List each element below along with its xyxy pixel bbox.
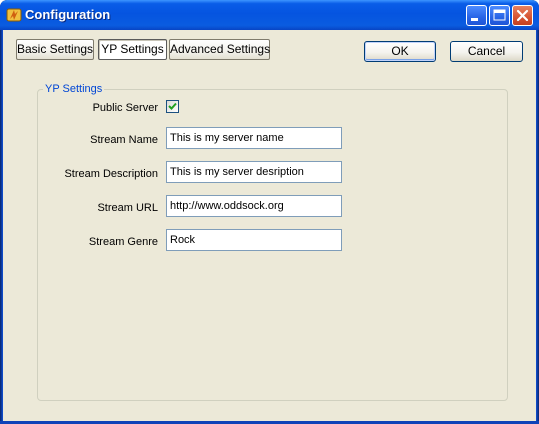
stream-name-input[interactable]	[166, 127, 342, 149]
close-icon	[516, 9, 529, 22]
dialog-client-area: Basic Settings YP Settings Advanced Sett…	[3, 30, 536, 421]
stream-url-label: Stream URL	[97, 202, 158, 214]
ok-button[interactable]: OK	[364, 41, 436, 62]
stream-genre-label: Stream Genre	[88, 236, 158, 248]
window-title: Configuration	[25, 7, 111, 22]
minimize-button[interactable]	[466, 5, 487, 26]
title-bar[interactable]: Configuration	[0, 0, 539, 30]
public-server-checkbox[interactable]	[166, 100, 179, 113]
close-button[interactable]	[512, 5, 533, 26]
tab-yp-settings[interactable]: YP Settings	[98, 39, 167, 60]
tab-advanced-settings[interactable]: Advanced Settings	[169, 39, 270, 60]
public-server-label: Public Server	[92, 102, 158, 114]
stream-url-input[interactable]	[166, 195, 342, 217]
app-icon	[6, 7, 22, 23]
group-title: YP Settings	[43, 82, 105, 96]
maximize-button[interactable]	[489, 5, 510, 26]
configuration-window: Configuration Basic Settings YP Settings…	[0, 0, 539, 424]
stream-genre-input[interactable]	[166, 229, 342, 251]
stream-name-label: Stream Name	[90, 134, 158, 146]
stream-description-input[interactable]	[166, 161, 342, 183]
maximize-icon	[493, 9, 506, 21]
stream-description-label: Stream Description	[64, 168, 158, 180]
checkmark-icon	[168, 102, 177, 110]
cancel-button[interactable]: Cancel	[450, 41, 523, 62]
tab-basic-settings[interactable]: Basic Settings	[16, 39, 94, 60]
minimize-icon	[471, 18, 478, 21]
